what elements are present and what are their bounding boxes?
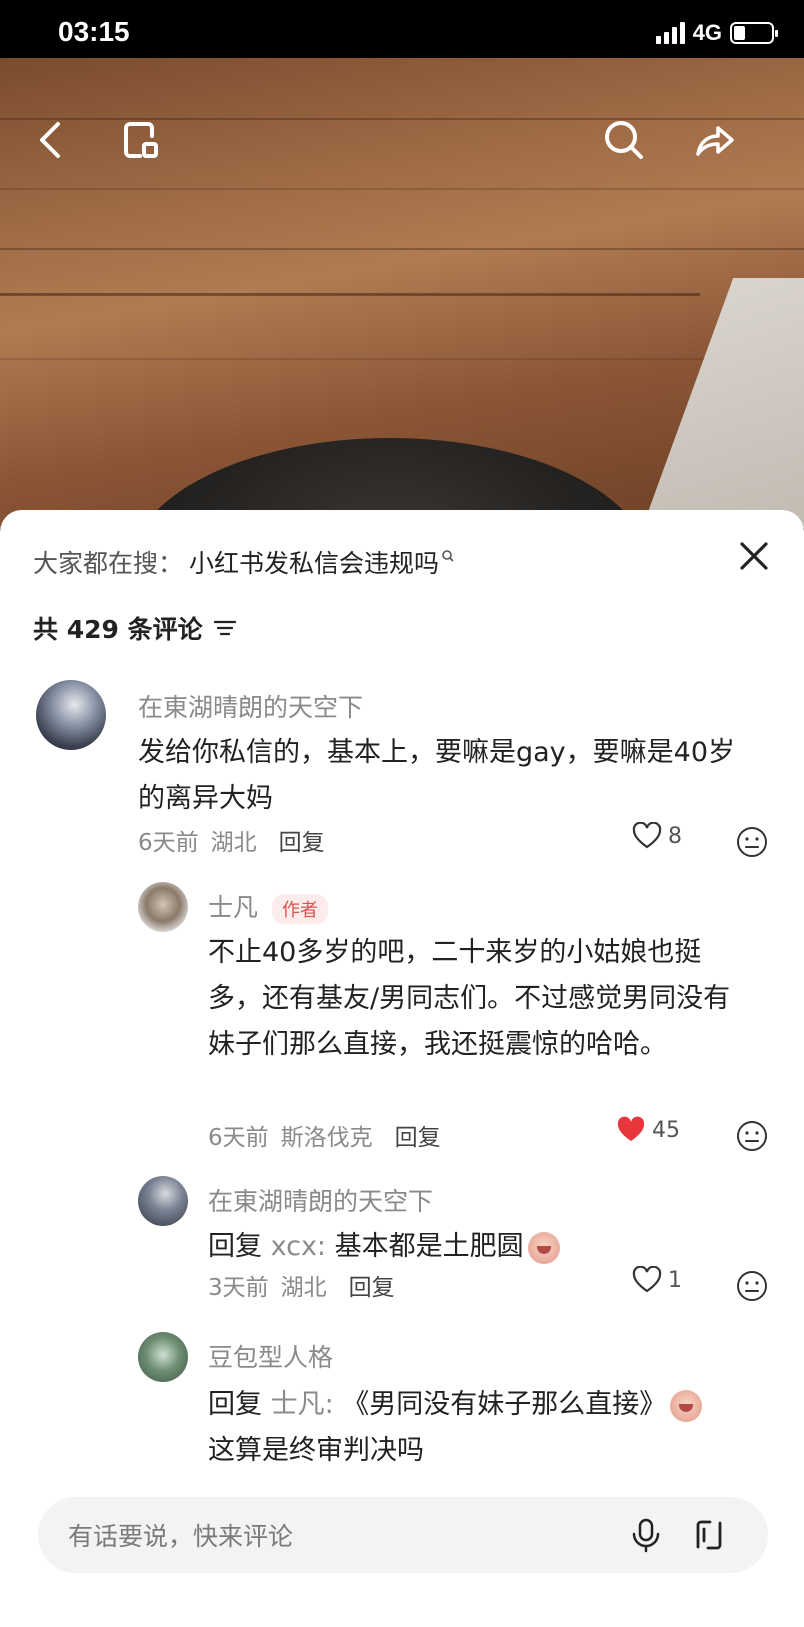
back-button[interactable] [22, 110, 82, 170]
background-wall [624, 278, 804, 528]
like-button[interactable]: 1 [632, 1266, 682, 1294]
comment-text: 基本都是土肥圆 [334, 1231, 524, 1262]
comments-sheet: 大家都在搜： 小红书发私信会违规吗 共 429 条评论 在東湖晴朗的天空下 发给… [0, 510, 804, 1627]
reply-prefix: 回复 [208, 1231, 262, 1262]
heart-icon [632, 1266, 662, 1293]
sticker-emoji [527, 1231, 560, 1264]
comment-location: 斯洛伐克 [280, 1125, 373, 1151]
comment-input[interactable]: 有话要说，快来评论 [38, 1497, 768, 1573]
avatar[interactable] [138, 1176, 188, 1226]
reply-button[interactable]: 回复 [349, 1268, 395, 1302]
comment-meta: 6天前 斯洛伐克 回复 [208, 1118, 441, 1152]
comment-input-bar: 有话要说，快来评论 [0, 1483, 804, 1627]
comment-author[interactable]: 在東湖晴朗的天空下 [138, 688, 363, 724]
reply-prefix: 回复 [208, 1389, 262, 1420]
comment-author[interactable]: 士凡 [208, 893, 258, 922]
top-controls [0, 110, 804, 180]
comment-count-label: 共 429 条评论 [33, 615, 203, 644]
status-bar: 03:15 4G [0, 0, 804, 62]
search-suggestion-label: 大家都在搜： [33, 549, 184, 578]
like-button[interactable]: 8 [632, 822, 682, 850]
dislike-icon[interactable] [736, 1270, 768, 1302]
collection-icon [124, 122, 158, 158]
comment-author-row: 士凡 作者 [208, 888, 329, 924]
search-suggestion-term[interactable]: 小红书发私信会违规吗 [189, 544, 439, 580]
like-button[interactable]: 45 [616, 1116, 680, 1144]
reply-button[interactable]: 回复 [279, 823, 325, 857]
comment-author[interactable]: 豆包型人格 [208, 1338, 333, 1374]
dislike-icon[interactable] [736, 826, 768, 858]
sort-filter-icon[interactable] [213, 618, 237, 638]
comment-text: 《男同没有妹子那么直接》 [342, 1389, 667, 1420]
status-indicators: 4G [655, 20, 778, 46]
search-icon [605, 121, 643, 159]
like-count: 45 [652, 1117, 680, 1143]
reply-button[interactable]: 回复 [395, 1118, 441, 1152]
heart-icon [632, 822, 662, 849]
avatar[interactable] [36, 680, 106, 750]
back-icon [40, 122, 60, 158]
comment-location: 湖北 [210, 830, 257, 856]
battery-icon [730, 22, 778, 44]
search-button[interactable] [594, 110, 654, 170]
comment-text: 不止40多岁的吧，二十来岁的小姑娘也挺多，还有基友/男同志们。不过感觉男同没有妹… [208, 937, 731, 1060]
microphone-icon[interactable] [626, 1515, 666, 1555]
like-count: 8 [668, 823, 682, 849]
comment-text-row: 回复 xcx: 基本都是土肥圆 [208, 1224, 748, 1270]
sticker-emoji [670, 1389, 703, 1422]
image-icon[interactable] [690, 1515, 730, 1555]
status-time: 03:15 [58, 16, 130, 47]
network-type: 4G [692, 20, 722, 45]
heart-filled-icon [617, 1116, 645, 1141]
comment-meta: 6天前 湖北 回复 [138, 823, 325, 857]
signal-icon [655, 22, 685, 44]
share-button[interactable] [684, 110, 744, 170]
comment-time: 3天前 [208, 1275, 269, 1301]
comment-text: 发给你私信的，基本上，要嘛是gay，要嘛是40岁的离异大妈 [138, 737, 736, 814]
search-mini-icon [442, 550, 454, 562]
comment-author[interactable]: 在東湖晴朗的天空下 [208, 1182, 433, 1218]
comment-input-placeholder: 有话要说，快来评论 [68, 1522, 294, 1551]
share-icon [696, 126, 734, 156]
collection-button[interactable] [112, 110, 172, 170]
reply-target[interactable]: xcx: [271, 1231, 326, 1262]
dislike-icon[interactable] [736, 1120, 768, 1152]
like-count: 1 [668, 1267, 682, 1293]
avatar[interactable] [138, 1332, 188, 1382]
comment-location: 湖北 [280, 1275, 327, 1301]
comment-time: 6天前 [208, 1125, 269, 1151]
comment-time: 6天前 [138, 830, 199, 856]
comment-text-row: 回复 士凡: 《男同没有妹子那么直接》 这算是终审判决吗 [208, 1382, 768, 1474]
comment-text-line2: 这算是终审判决吗 [208, 1435, 424, 1466]
author-badge: 作者 [272, 894, 329, 924]
avatar[interactable] [138, 882, 188, 932]
close-icon[interactable] [734, 536, 774, 576]
comment-meta: 3天前 湖北 回复 [208, 1268, 395, 1302]
search-suggestion[interactable]: 大家都在搜： 小红书发私信会违规吗 [33, 540, 774, 584]
comment-count: 共 429 条评论 [33, 610, 237, 646]
reply-target[interactable]: 士凡: [271, 1389, 334, 1420]
